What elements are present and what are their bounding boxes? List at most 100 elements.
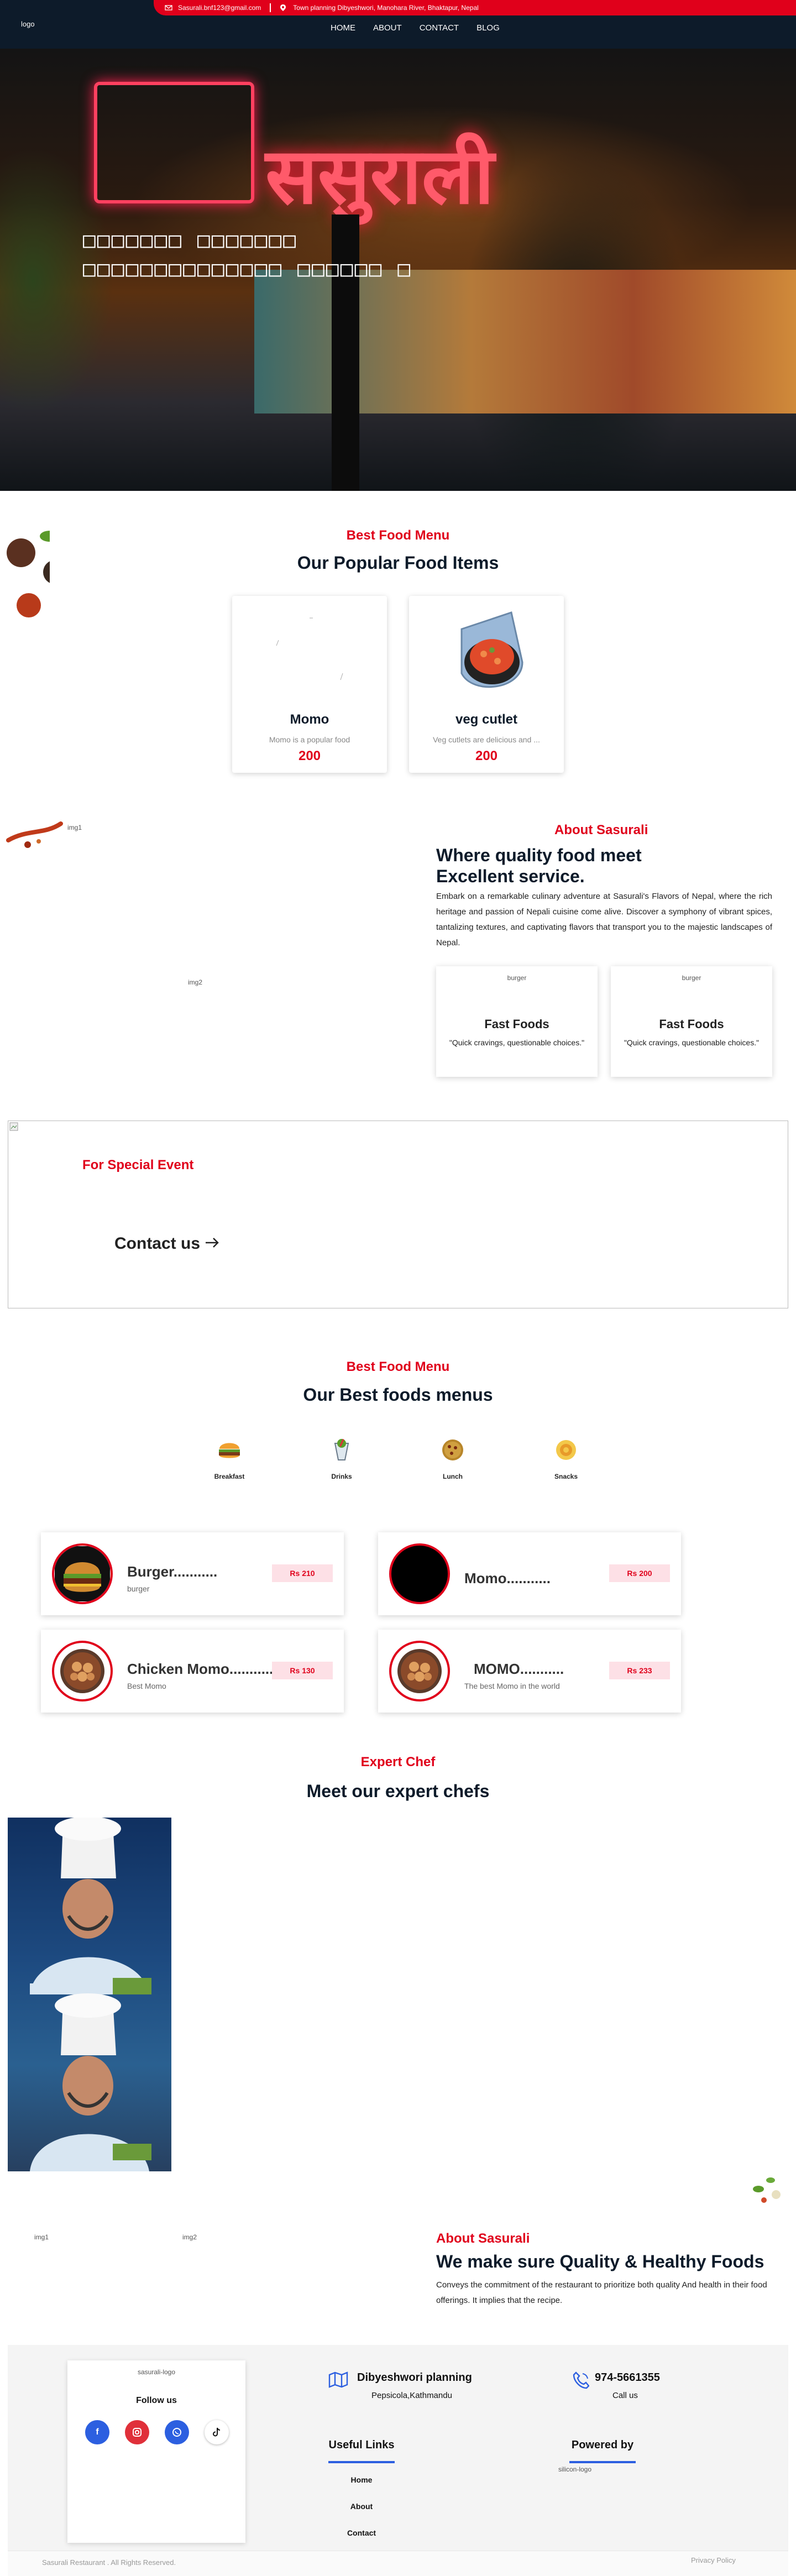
menu-item-name: Burger........... xyxy=(127,1563,218,1580)
nav-home[interactable]: HOME xyxy=(331,23,355,33)
category-card[interactable]: burger Fast Foods "Quick cravings, quest… xyxy=(611,966,772,1077)
location-pin-icon xyxy=(280,4,287,12)
contact-us-button[interactable]: Contact us xyxy=(114,1234,220,1253)
snack-icon xyxy=(553,1437,579,1463)
food-desc: Momo is a popular food xyxy=(269,735,350,744)
food-price: 200 xyxy=(298,748,321,763)
location-title: Dibyeshwori planning xyxy=(357,2371,472,2384)
menu-card[interactable]: Chicken Momo........... Best Momo Rs 130 xyxy=(41,1630,344,1713)
hero-title: □□□□□□□ □□□□□□□ □□□□□□□□□□□□□□ □□□□□□ □ xyxy=(83,226,412,283)
menu-item-image-momo xyxy=(389,1543,450,1604)
tiktok-icon[interactable] xyxy=(205,2420,229,2444)
menu-item-name: MOMO........... xyxy=(474,1661,564,1677)
broken-image-icon xyxy=(9,1122,18,1131)
category-drinks[interactable]: Drinks xyxy=(320,1437,364,1480)
about-headline-line2: Excellent service. xyxy=(436,866,585,886)
menu-card[interactable]: Burger........... burger Rs 210 xyxy=(41,1532,344,1615)
menu-item-sub: The best Momo in the world xyxy=(464,1682,560,1690)
follow-us-label: Follow us xyxy=(136,2396,177,2405)
useful-links-title: Useful Links xyxy=(328,2439,395,2451)
divider xyxy=(270,3,271,12)
header-email[interactable]: Sasurali.bnf123@gmail.com xyxy=(178,4,261,12)
location-sub: Pepsicola,Kathmandu xyxy=(371,2391,452,2400)
nav-contact[interactable]: CONTACT xyxy=(420,23,459,33)
popular-headline: Our Popular Food Items xyxy=(297,553,499,573)
category-card[interactable]: burger Fast Foods "Quick cravings, quest… xyxy=(436,966,598,1077)
event-title: For Special Event xyxy=(82,1158,194,1172)
footer-link-home[interactable]: Home xyxy=(306,2475,417,2484)
food-price: 200 xyxy=(475,748,498,763)
footer-phone: 974-5661355 Call us xyxy=(573,2371,660,2400)
footer-link-about[interactable]: About xyxy=(306,2502,417,2511)
about-img2: img2 xyxy=(188,978,203,986)
footer-logo[interactable]: sasurali-logo xyxy=(67,2368,245,2376)
pizza-icon xyxy=(440,1437,465,1463)
category-card-title: Fast Foods xyxy=(484,1017,549,1031)
chefs-kicker: Expert Chef xyxy=(360,1755,436,1769)
chili-decoration xyxy=(6,818,66,857)
menus-kicker: Best Food Menu xyxy=(346,1359,450,1374)
phone-number[interactable]: 974-5661355 xyxy=(595,2371,660,2384)
instagram-icon[interactable] xyxy=(125,2420,149,2444)
footer-location: Dibyeshwori planning Pepsicola,Kathmandu xyxy=(328,2371,472,2400)
about2-paragraph: Conveys the commitment of the restaurant… xyxy=(436,2280,767,2305)
menu-item-image-momo-plate xyxy=(389,1641,450,1701)
footer-link-contact[interactable]: Contact xyxy=(306,2528,417,2537)
category-label: Drinks xyxy=(331,1473,352,1480)
category-lunch[interactable]: Lunch xyxy=(431,1437,475,1480)
contact-strip: Sasurali.bnf123@gmail.com Town planning … xyxy=(154,0,796,15)
category-card-image: burger xyxy=(682,974,701,982)
menu-item-sub: Best Momo xyxy=(127,1682,166,1690)
header-address: Town planning Dibyeshwori, Manohara Rive… xyxy=(293,4,479,12)
menu-item-image-chicken-momo xyxy=(52,1641,113,1701)
whatsapp-icon[interactable] xyxy=(165,2420,189,2444)
about2-img2: img2 xyxy=(182,2233,197,2241)
footer-brand-card: sasurali-logo Follow us f xyxy=(67,2360,245,2543)
menu-item-price: Rs 130 xyxy=(272,1662,333,1679)
about-img1: img1 xyxy=(67,824,82,831)
about2-title: About Sasurali xyxy=(436,2231,530,2246)
menu-item-image-burger xyxy=(52,1543,113,1604)
about-headline-line1: Where quality food meet xyxy=(436,845,642,865)
powered-by-underline xyxy=(569,2461,636,2463)
category-label: Snacks xyxy=(554,1473,578,1480)
category-card-quote: "Quick cravings, questionable choices." xyxy=(449,1038,585,1047)
nav-about[interactable]: ABOUT xyxy=(373,23,402,33)
neon-sign-frame xyxy=(94,82,254,203)
menu-card[interactable]: Momo........... Rs 200 xyxy=(378,1532,681,1615)
arrow-right-icon xyxy=(205,1236,220,1252)
facebook-icon[interactable]: f xyxy=(85,2420,109,2444)
about2-img1: img1 xyxy=(34,2233,49,2241)
food-image-veg-cutlet xyxy=(439,601,533,701)
privacy-policy-link[interactable]: Privacy Policy xyxy=(691,2556,736,2564)
category-snacks[interactable]: Snacks xyxy=(544,1437,588,1480)
phone-sub: Call us xyxy=(612,2391,638,2400)
about-title: About Sasurali xyxy=(554,823,648,837)
menu-item-name: Chicken Momo........... xyxy=(127,1661,274,1677)
drink-icon xyxy=(329,1437,354,1463)
menus-headline: Our Best foods menus xyxy=(303,1385,493,1405)
nav-blog[interactable]: BLOG xyxy=(476,23,500,33)
menu-item-name: Momo........... xyxy=(464,1570,551,1587)
mail-icon xyxy=(165,4,172,12)
useful-links-underline xyxy=(328,2461,395,2463)
category-label: Lunch xyxy=(443,1473,463,1480)
hero-banner: ससुराली □□□□□□□ □□□□□□□ □□□□□□□□□□□□□□ □… xyxy=(0,49,796,491)
food-name: Momo xyxy=(290,712,329,727)
phone-icon xyxy=(573,2371,590,2392)
popular-kicker: Best Food Menu xyxy=(346,528,450,543)
silicon-logo[interactable]: silicon-logo xyxy=(558,2465,591,2473)
food-card[interactable]: Momo Momo is a popular food 200 xyxy=(232,596,387,773)
site-logo[interactable]: logo xyxy=(21,20,35,28)
menu-card[interactable]: MOMO........... The best Momo in the wor… xyxy=(378,1630,681,1713)
food-card[interactable]: veg cutlet Veg cutlets are delicious and… xyxy=(409,596,564,773)
menu-item-price: Rs 200 xyxy=(609,1564,670,1582)
about-headline: Where quality food meet Excellent servic… xyxy=(436,845,779,887)
category-breakfast[interactable]: Breakfast xyxy=(207,1437,252,1480)
food-image-momo xyxy=(260,607,359,701)
burger-icon xyxy=(217,1437,242,1463)
chef-photo xyxy=(8,1818,171,2171)
menu-item-sub: burger xyxy=(127,1584,150,1593)
main-nav: HOME ABOUT CONTACT BLOG xyxy=(331,23,500,33)
chefs-headline: Meet our expert chefs xyxy=(306,1781,490,1801)
